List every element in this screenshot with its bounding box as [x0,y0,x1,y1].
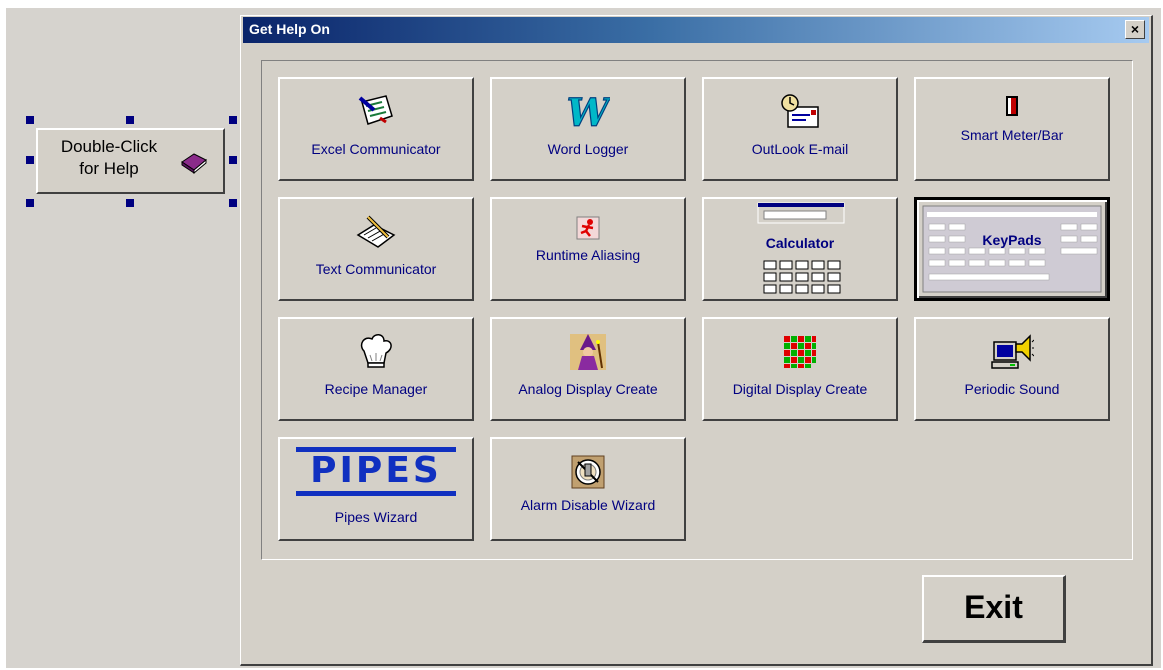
tile-text-communicator[interactable]: Text Communicator [278,197,474,301]
resize-handle-tl[interactable] [26,116,34,124]
calculator-title: Calculator [765,235,835,251]
keypads-icon [917,204,1107,294]
help-object[interactable]: Double-Click for Help [36,128,225,194]
chef-hat-icon [280,331,472,373]
tile-label: Excel Communicator [311,141,441,157]
pipes-icon: PIPES [280,445,472,499]
tile-keypads[interactable]: KeyPads [914,197,1110,301]
resize-handle-tc[interactable] [126,116,134,124]
keypads-title: KeyPads [982,232,1042,248]
close-button[interactable]: × [1125,20,1145,39]
smart-meter-icon [916,85,1108,127]
close-icon: × [1130,21,1140,37]
tile-analog-display-create[interactable]: Analog Display Create [490,317,686,421]
tile-pipes-wizard[interactable]: PIPES Pipes Wizard [278,437,474,541]
speaker-computer-icon [916,331,1108,373]
help-object-line2: for Help [79,159,139,178]
tile-label: OutLook E-mail [751,141,849,157]
outlook-email-icon [704,91,896,133]
tile-excel-communicator[interactable]: Excel Communicator [278,77,474,181]
exit-button[interactable]: Exit [922,575,1066,643]
dialog-title: Get Help On [249,21,330,37]
tile-label: Text Communicator [315,261,437,277]
tile-label: Smart Meter/Bar [960,127,1064,143]
digital-grid-icon [704,331,896,373]
tile-runtime-aliasing[interactable]: Runtime Aliasing [490,197,686,301]
resize-handle-mr[interactable] [229,156,237,164]
resize-handle-br[interactable] [229,199,237,207]
tile-periodic-sound[interactable]: Periodic Sound [914,317,1110,421]
tile-recipe-manager[interactable]: Recipe Manager [278,317,474,421]
resize-handle-bc[interactable] [126,199,134,207]
word-logger-icon: W [492,91,684,133]
tile-label: Alarm Disable Wizard [520,497,656,513]
dialog-titlebar[interactable]: Get Help On × [243,17,1149,43]
help-object-text: Double-Click for Help [44,136,174,180]
svg-text:W: W [567,92,610,132]
wizard-icon [492,331,684,373]
tile-word-logger[interactable]: W Word Logger [490,77,686,181]
text-communicator-icon [280,211,472,253]
book-icon [180,152,208,179]
tile-label: Digital Display Create [732,381,868,397]
help-object-line1: Double-Click [60,137,158,156]
resize-handle-ml[interactable] [26,156,34,164]
excel-communicator-icon [280,91,472,133]
tile-alarm-disable-wizard[interactable]: Alarm Disable Wizard [490,437,686,541]
tile-label: Pipes Wizard [334,509,418,525]
tile-label: Runtime Aliasing [535,247,641,263]
tile-label: Periodic Sound [964,381,1060,397]
runtime-aliasing-icon [492,207,684,249]
help-topics-group: Excel Communicator W Word Logger OutLook… [261,60,1133,560]
get-help-dialog: Get Help On × Excel Communicator W Word … [240,15,1153,666]
pipes-logo-text: PIPES [310,450,442,491]
tile-label: Recipe Manager [324,381,428,397]
tile-label: Analog Display Create [518,381,658,397]
alarm-disable-icon [492,451,684,493]
tile-outlook-email[interactable]: OutLook E-mail [702,77,898,181]
tile-label: Word Logger [547,141,629,157]
tile-smart-meter-bar[interactable]: Smart Meter/Bar [914,77,1110,181]
resize-handle-bl[interactable] [26,199,34,207]
tile-digital-display-create[interactable]: Digital Display Create [702,317,898,421]
resize-handle-tr[interactable] [229,116,237,124]
tile-calculator[interactable]: Calculator [702,197,898,301]
